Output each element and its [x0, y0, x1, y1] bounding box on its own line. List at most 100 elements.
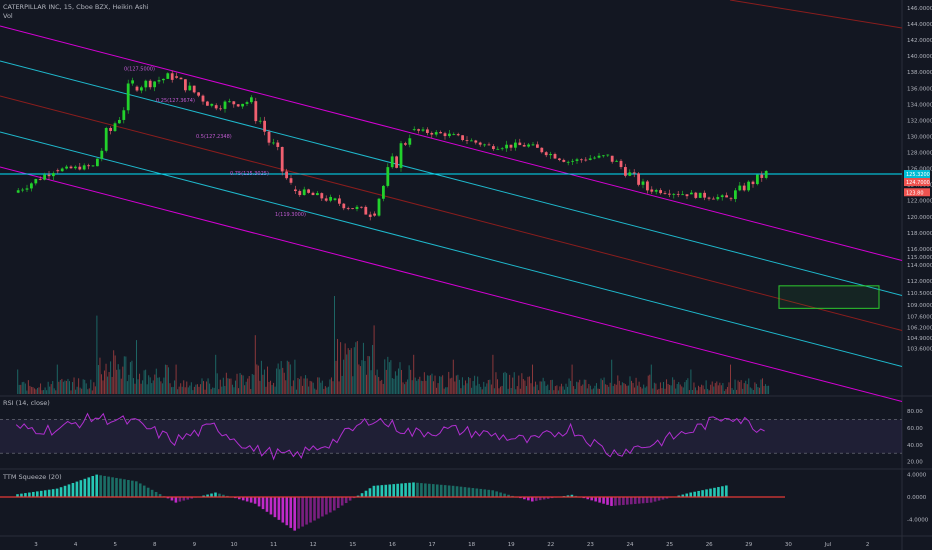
candle[interactable]	[232, 101, 236, 105]
candle[interactable]	[628, 172, 632, 176]
candle[interactable]	[536, 144, 539, 148]
candle[interactable]	[126, 83, 130, 111]
candle[interactable]	[219, 108, 222, 110]
candle[interactable]	[681, 194, 684, 196]
candle[interactable]	[716, 197, 720, 200]
candle[interactable]	[263, 120, 266, 132]
candle[interactable]	[109, 127, 112, 131]
candle[interactable]	[434, 132, 438, 135]
candle[interactable]	[690, 192, 693, 195]
candle[interactable]	[250, 97, 253, 103]
candle[interactable]	[553, 154, 557, 159]
candle[interactable]	[333, 198, 337, 200]
candle[interactable]	[166, 73, 170, 79]
candle[interactable]	[522, 145, 526, 147]
candle[interactable]	[324, 198, 328, 201]
candle[interactable]	[426, 129, 429, 133]
candle[interactable]	[148, 80, 152, 88]
candle[interactable]	[602, 155, 605, 157]
candle[interactable]	[25, 188, 29, 190]
candle[interactable]	[448, 133, 451, 137]
candle[interactable]	[87, 165, 90, 167]
candle[interactable]	[298, 191, 302, 196]
candle[interactable]	[439, 132, 442, 134]
candle[interactable]	[540, 147, 544, 153]
candle[interactable]	[280, 146, 284, 172]
candle[interactable]	[417, 129, 420, 131]
candle[interactable]	[311, 192, 315, 196]
candle[interactable]	[16, 190, 20, 193]
candle[interactable]	[729, 198, 733, 200]
candle[interactable]	[593, 157, 596, 159]
candle[interactable]	[562, 159, 566, 162]
candle[interactable]	[751, 181, 755, 185]
candle[interactable]	[188, 85, 192, 91]
candle[interactable]	[588, 158, 592, 160]
candle[interactable]	[214, 105, 218, 109]
candle[interactable]	[223, 101, 227, 109]
candle[interactable]	[43, 174, 46, 180]
candle[interactable]	[672, 193, 676, 195]
candle[interactable]	[575, 159, 579, 161]
candle[interactable]	[712, 198, 715, 200]
candle[interactable]	[201, 95, 205, 102]
candle[interactable]	[355, 206, 359, 210]
candle[interactable]	[659, 190, 662, 194]
candle[interactable]	[619, 160, 623, 168]
candle[interactable]	[558, 158, 561, 160]
candle[interactable]	[267, 131, 271, 143]
candle[interactable]	[390, 156, 394, 168]
candle[interactable]	[386, 167, 390, 186]
candle[interactable]	[56, 170, 60, 172]
candle[interactable]	[747, 181, 750, 191]
candle[interactable]	[668, 193, 671, 195]
candle[interactable]	[289, 178, 293, 183]
candle[interactable]	[544, 152, 548, 156]
candle[interactable]	[756, 174, 759, 185]
candle[interactable]	[646, 181, 649, 191]
candle[interactable]	[184, 79, 187, 91]
candle[interactable]	[122, 110, 126, 120]
candle[interactable]	[382, 185, 385, 199]
candle[interactable]	[650, 189, 654, 192]
candle[interactable]	[179, 77, 183, 80]
candle[interactable]	[316, 193, 319, 196]
candle[interactable]	[509, 144, 513, 148]
candle[interactable]	[258, 120, 262, 122]
candle[interactable]	[663, 193, 667, 194]
candle[interactable]	[698, 192, 702, 198]
candle[interactable]	[615, 160, 618, 162]
candle[interactable]	[514, 142, 517, 148]
candle[interactable]	[228, 101, 231, 103]
candle[interactable]	[597, 155, 601, 158]
candle[interactable]	[157, 80, 161, 82]
candle[interactable]	[725, 195, 728, 198]
candle[interactable]	[338, 198, 341, 204]
candle[interactable]	[694, 192, 698, 198]
candle[interactable]	[566, 161, 570, 163]
target-box[interactable]	[778, 285, 880, 309]
candle[interactable]	[47, 174, 51, 177]
candle[interactable]	[465, 140, 469, 141]
candle[interactable]	[430, 132, 434, 135]
candle[interactable]	[351, 208, 354, 210]
candle[interactable]	[65, 166, 68, 169]
candle[interactable]	[421, 129, 425, 131]
candle[interactable]	[760, 174, 764, 178]
candle[interactable]	[104, 127, 108, 151]
candle[interactable]	[245, 102, 249, 104]
candle[interactable]	[720, 195, 724, 198]
candle[interactable]	[483, 144, 486, 146]
candle[interactable]	[395, 156, 398, 168]
candle[interactable]	[30, 183, 33, 189]
candle[interactable]	[500, 148, 504, 150]
candle[interactable]	[118, 119, 121, 124]
candle[interactable]	[74, 166, 77, 169]
chart-canvas[interactable]: 146.0000 144.0000 142.0000 140.0000 138.0000…	[0, 0, 932, 550]
candle[interactable]	[52, 173, 55, 177]
candle[interactable]	[346, 208, 350, 210]
candle[interactable]	[78, 166, 82, 170]
candle[interactable]	[34, 178, 38, 184]
candle[interactable]	[131, 80, 134, 84]
candle[interactable]	[734, 190, 737, 200]
